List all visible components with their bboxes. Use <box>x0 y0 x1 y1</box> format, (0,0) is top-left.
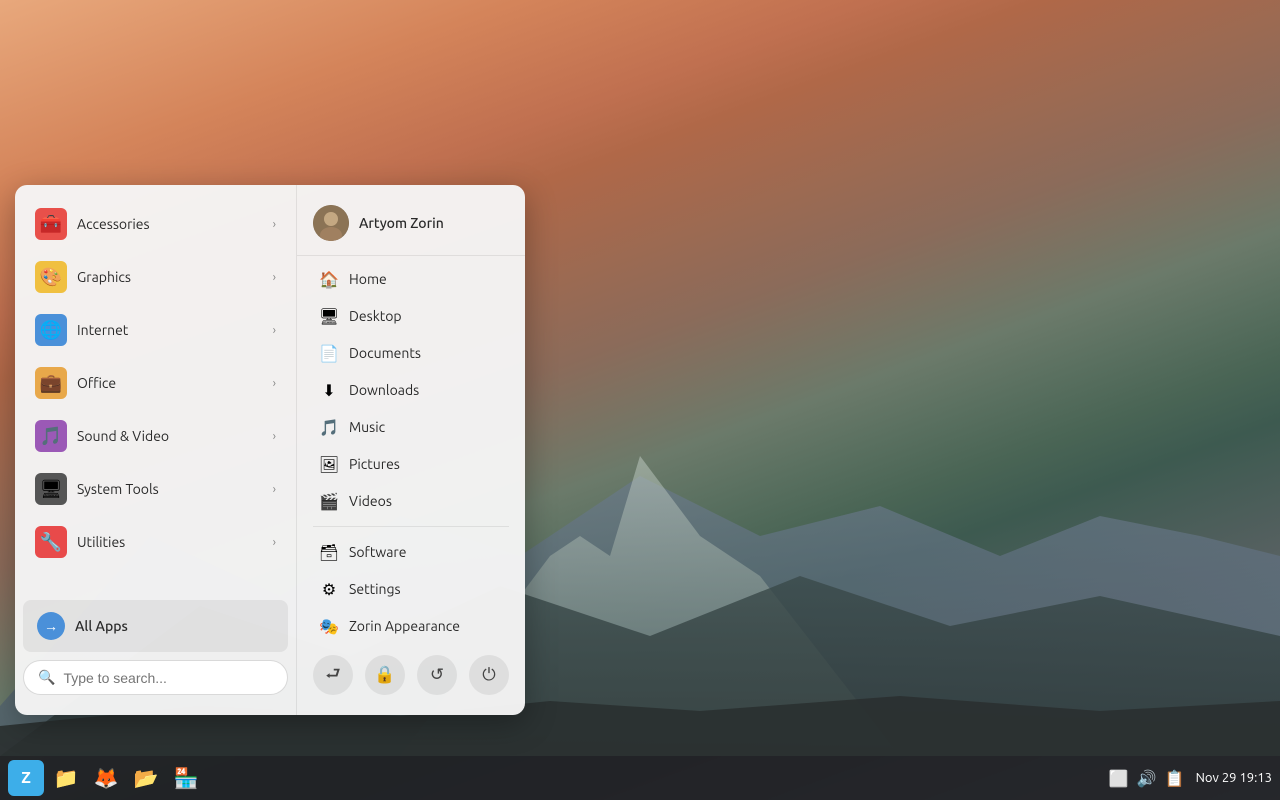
chevron-icon-utilities: › <box>273 536 276 549</box>
category-icon-graphics: 🎨 <box>35 261 67 293</box>
action-btn-logout[interactable]: ⮐ <box>313 655 353 695</box>
user-row[interactable]: Artyom Zorin <box>297 195 525 256</box>
user-avatar <box>313 205 349 241</box>
chevron-icon-internet: › <box>273 324 276 337</box>
clipboard-icon[interactable]: 📋 <box>1164 767 1186 789</box>
file-icon-home: 🏠 <box>319 269 339 289</box>
search-bar: 🔍 <box>23 660 288 695</box>
taskbar-item-file-manager[interactable]: 📂 <box>128 760 164 796</box>
taskbar-item-zorin-menu[interactable]: Z <box>8 760 44 796</box>
file-label-desktop: Desktop <box>349 308 402 324</box>
file-label-downloads: Downloads <box>349 382 419 398</box>
file-item-pictures[interactable]: 🖼 Pictures <box>303 446 519 482</box>
right-panel: Artyom Zorin 🏠 Home 🖥 Desktop 📄 Document… <box>297 185 525 715</box>
chevron-icon-system-tools: › <box>273 483 276 496</box>
left-panel: 🧰 Accessories › 🎨 Graphics › 🌐 Internet … <box>15 185 297 715</box>
file-label-pictures: Pictures <box>349 456 400 472</box>
categories-list: 🧰 Accessories › 🎨 Graphics › 🌐 Internet … <box>15 197 296 569</box>
action-btn-restart[interactable]: ↺ <box>417 655 457 695</box>
app-menu: 🧰 Accessories › 🎨 Graphics › 🌐 Internet … <box>15 185 525 715</box>
category-item-accessories[interactable]: 🧰 Accessories › <box>21 198 290 250</box>
category-icon-accessories: 🧰 <box>35 208 67 240</box>
file-icon-videos: 🎬 <box>319 491 339 511</box>
system-icon-settings: ⚙ <box>319 579 339 599</box>
clock: Nov 29 19:13 <box>1196 771 1272 785</box>
file-label-home: Home <box>349 271 387 287</box>
category-icon-system-tools: 🖥 <box>35 473 67 505</box>
file-label-documents: Documents <box>349 345 421 361</box>
category-label-utilities: Utilities <box>77 534 273 550</box>
category-icon-utilities: 🔧 <box>35 526 67 558</box>
action-btn-lock[interactable]: 🔒 <box>365 655 405 695</box>
system-item-software[interactable]: 🗃 Software <box>303 534 519 570</box>
chevron-icon-sound-video: › <box>273 430 276 443</box>
category-item-system-tools[interactable]: 🖥 System Tools › <box>21 463 290 515</box>
volume-icon[interactable]: 🔊 <box>1136 767 1158 789</box>
search-input[interactable] <box>63 670 273 686</box>
system-item-zorin-appearance[interactable]: 🎭 Zorin Appearance <box>303 608 519 644</box>
category-label-accessories: Accessories <box>77 216 273 232</box>
system-label-software: Software <box>349 544 406 560</box>
file-icon-documents: 📄 <box>319 343 339 363</box>
category-label-graphics: Graphics <box>77 269 273 285</box>
category-item-sound-video[interactable]: 🎵 Sound & Video › <box>21 410 290 462</box>
category-icon-sound-video: 🎵 <box>35 420 67 452</box>
file-icon-desktop: 🖥 <box>319 306 339 326</box>
action-btn-power[interactable]: ⏻ <box>469 655 509 695</box>
file-label-music: Music <box>349 419 385 435</box>
virtual-desktops-icon[interactable]: ⬜ <box>1108 767 1130 789</box>
category-item-internet[interactable]: 🌐 Internet › <box>21 304 290 356</box>
all-apps-label: All Apps <box>75 618 128 634</box>
file-icon-music: 🎵 <box>319 417 339 437</box>
file-label-videos: Videos <box>349 493 392 509</box>
category-icon-internet: 🌐 <box>35 314 67 346</box>
chevron-icon-graphics: › <box>273 271 276 284</box>
chevron-icon-accessories: › <box>273 218 276 231</box>
system-icon-zorin-appearance: 🎭 <box>319 616 339 636</box>
file-item-music[interactable]: 🎵 Music <box>303 409 519 445</box>
all-apps-button[interactable]: → All Apps <box>23 600 288 652</box>
taskbar-item-files[interactable]: 📁 <box>48 760 84 796</box>
category-item-office[interactable]: 💼 Office › <box>21 357 290 409</box>
system-label-settings: Settings <box>349 581 401 597</box>
category-label-office: Office <box>77 375 273 391</box>
file-icon-downloads: ⬇ <box>319 380 339 400</box>
category-label-system-tools: System Tools <box>77 481 273 497</box>
category-label-internet: Internet <box>77 322 273 338</box>
category-icon-office: 💼 <box>35 367 67 399</box>
all-apps-arrow-icon: → <box>37 612 65 640</box>
taskbar-item-store[interactable]: 🏪 <box>168 760 204 796</box>
taskbar: Z📁🦊📂🏪 ⬜ 🔊 📋 Nov 29 19:13 <box>0 756 1280 800</box>
taskbar-items: Z📁🦊📂🏪 <box>8 760 204 796</box>
action-buttons: ⮐ 🔒 ↺ ⏻ <box>297 645 525 705</box>
system-icon-software: 🗃 <box>319 542 339 562</box>
search-icon: 🔍 <box>38 669 55 686</box>
file-item-home[interactable]: 🏠 Home <box>303 261 519 297</box>
taskbar-item-firefox[interactable]: 🦊 <box>88 760 124 796</box>
chevron-icon-office: › <box>273 377 276 390</box>
system-item-settings[interactable]: ⚙ Settings <box>303 571 519 607</box>
file-item-documents[interactable]: 📄 Documents <box>303 335 519 371</box>
category-label-sound-video: Sound & Video <box>77 428 273 444</box>
category-item-utilities[interactable]: 🔧 Utilities › <box>21 516 290 568</box>
file-item-downloads[interactable]: ⬇ Downloads <box>303 372 519 408</box>
files-list: 🏠 Home 🖥 Desktop 📄 Documents ⬇ Downloads… <box>297 260 525 520</box>
file-item-videos[interactable]: 🎬 Videos <box>303 483 519 519</box>
category-item-graphics[interactable]: 🎨 Graphics › <box>21 251 290 303</box>
system-list: 🗃 Software ⚙ Settings 🎭 Zorin Appearance <box>297 533 525 645</box>
user-name: Artyom Zorin <box>359 215 444 231</box>
system-tray: ⬜ 🔊 📋 Nov 29 19:13 <box>1108 767 1272 789</box>
system-label-zorin-appearance: Zorin Appearance <box>349 618 460 634</box>
separator <box>313 526 509 527</box>
file-item-desktop[interactable]: 🖥 Desktop <box>303 298 519 334</box>
file-icon-pictures: 🖼 <box>319 454 339 474</box>
